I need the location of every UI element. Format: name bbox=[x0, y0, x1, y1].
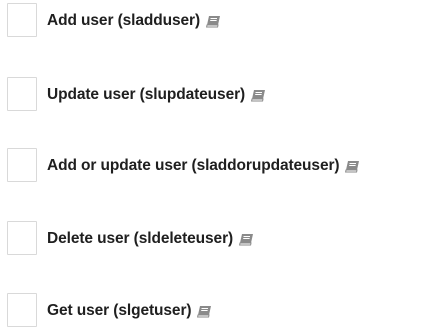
item-label-container: Add user (sladduser) bbox=[47, 3, 221, 39]
operation-checkbox-list: Add user (sladduser) Update user (slupda… bbox=[0, 0, 434, 329]
checkbox-get-user[interactable] bbox=[7, 293, 37, 327]
list-item-delete-user: Delete user (sldeleteuser) bbox=[0, 221, 434, 257]
item-label-add-user: Add user (sladduser) bbox=[47, 12, 201, 29]
item-label-delete-user: Delete user (sldeleteuser) bbox=[47, 230, 234, 247]
item-label-container: Add or update user (sladdorupdateuser) bbox=[47, 148, 360, 184]
checkbox-add-or-update-user[interactable] bbox=[7, 148, 37, 182]
item-label-container: Get user (slgetuser) bbox=[47, 293, 212, 329]
item-label-update-user: Update user (slupdateuser) bbox=[47, 86, 246, 103]
checkbox-update-user[interactable] bbox=[7, 77, 37, 111]
list-item-add-or-update-user: Add or update user (sladdorupdateuser) bbox=[0, 148, 434, 184]
list-item-update-user: Update user (slupdateuser) bbox=[0, 77, 434, 113]
list-item-add-user: Add user (sladduser) bbox=[0, 3, 434, 39]
checkbox-add-user[interactable] bbox=[7, 3, 37, 37]
book-icon[interactable] bbox=[251, 89, 266, 102]
book-icon[interactable] bbox=[197, 305, 212, 318]
book-icon[interactable] bbox=[239, 233, 254, 246]
book-icon[interactable] bbox=[206, 15, 221, 28]
item-label-add-or-update-user: Add or update user (sladdorupdateuser) bbox=[47, 157, 340, 174]
item-label-container: Update user (slupdateuser) bbox=[47, 77, 266, 113]
checkbox-delete-user[interactable] bbox=[7, 221, 37, 255]
list-item-get-user: Get user (slgetuser) bbox=[0, 293, 434, 329]
item-label-container: Delete user (sldeleteuser) bbox=[47, 221, 254, 257]
book-icon[interactable] bbox=[345, 160, 360, 173]
item-label-get-user: Get user (slgetuser) bbox=[47, 302, 192, 319]
